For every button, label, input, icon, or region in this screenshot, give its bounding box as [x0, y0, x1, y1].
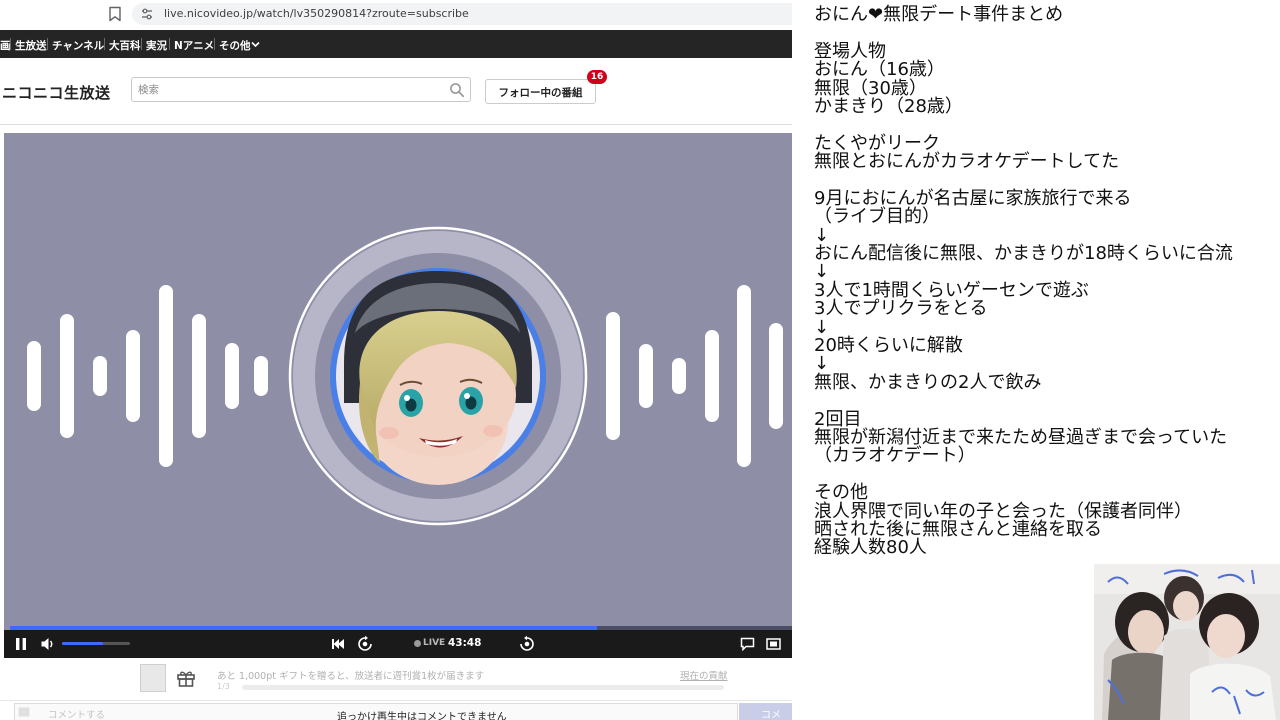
chevron-down-icon [251, 41, 260, 48]
elapsed-time: 43:48 [448, 637, 482, 649]
audio-wave-bar [225, 343, 239, 409]
audio-wave-bar [705, 330, 719, 422]
audio-wave-bar [159, 285, 173, 467]
player-controls: LIVE 43:48 [4, 630, 792, 658]
gift-progress-bar [242, 685, 724, 690]
nav-item-anime[interactable]: Nアニメ [174, 38, 214, 53]
note-line: 経験人数80人 [814, 537, 927, 559]
audio-wave-bar [27, 341, 41, 411]
nav-divider [141, 38, 142, 50]
contribution-link[interactable]: 現在の貢献 [680, 668, 728, 682]
notes-panel: おにん❤無限デート事件まとめ 登場人物 おにん（16歳） 無限（30歳） かまきり（28… [814, 4, 1276, 559]
site-logo[interactable]: ニコニコ生放送 [2, 82, 111, 103]
search-box[interactable] [131, 77, 471, 102]
nav-divider [169, 38, 170, 50]
nav-item-channel[interactable]: チャンネル [52, 38, 104, 53]
skip-back-icon[interactable] [331, 637, 345, 651]
browser-window: live.nicovideo.jp/watch/lv350290814?zrou… [0, 0, 792, 720]
site-header: ニコニコ生放送 フォロー中の番組 16 [0, 58, 792, 125]
comment-bar: コメントする 追っかけ再生中はコメントできません コメ [0, 700, 792, 720]
address-bar: live.nicovideo.jp/watch/lv350290814?zrou… [0, 0, 792, 30]
bookmark-icon[interactable] [108, 6, 122, 22]
photo-image [1094, 564, 1280, 720]
note-blank-line [814, 392, 1276, 410]
comment-settings-icon[interactable] [18, 707, 30, 717]
volume-icon[interactable] [40, 636, 56, 652]
audio-visualizer [27, 226, 783, 526]
gift-icon[interactable] [176, 668, 196, 688]
site-settings-icon[interactable] [140, 7, 154, 21]
gift-bar: あと 1,000pt ギフトを贈ると、放送者に週刊賞1枚が届きます 1/3 現在… [0, 658, 792, 700]
audio-wave-bar [737, 285, 751, 467]
audio-wave-bar [639, 344, 653, 408]
forward-10-icon[interactable] [518, 635, 536, 653]
nav-item-more[interactable]: その他 [219, 38, 251, 53]
note-line: かまきり（28歳） [814, 95, 963, 117]
audio-wave-bar [192, 314, 206, 438]
following-programs-button[interactable]: フォロー中の番組 [485, 79, 596, 104]
search-icon[interactable] [449, 82, 465, 98]
note-line: おにん（16歳） [814, 59, 945, 81]
live-indicator-dot [414, 640, 421, 647]
audio-wave-bar [60, 314, 74, 438]
nav-divider [214, 38, 215, 50]
gift-count: 1/3 [217, 682, 230, 691]
search-input[interactable] [138, 82, 438, 97]
video-player[interactable]: LIVE 43:48 [4, 133, 792, 658]
notification-badge: 16 [587, 70, 607, 84]
note-line: おにん配信後に無限、かまきりが18時くらいに合流 [814, 243, 1233, 265]
note-line: （ライブ目的） [814, 206, 940, 228]
nav-item-video[interactable]: 画 [0, 38, 11, 53]
audio-wave-bar [672, 358, 686, 394]
top-nav: 画 生放送 チャンネル 大百科 実況 Nアニメ その他 [0, 30, 792, 58]
audio-wave-bar [93, 356, 107, 396]
audio-wave-bar [126, 330, 140, 422]
note-line: その他 [814, 482, 868, 504]
nav-item-jikkyo[interactable]: 実況 [146, 38, 167, 53]
nav-item-dictionary[interactable]: 大百科 [109, 38, 141, 53]
following-programs-label: フォロー中の番組 [498, 87, 583, 99]
audio-wave-bar [606, 312, 620, 440]
audio-wave-bar [254, 356, 268, 396]
note-line: おにん❤無限デート事件まとめ [814, 4, 1064, 25]
broadcaster-thumbnail[interactable] [140, 664, 166, 692]
comment-toggle-icon[interactable] [740, 637, 755, 651]
volume-slider-fill [62, 642, 103, 645]
nav-item-live[interactable]: 生放送 [15, 38, 47, 53]
comment-disabled-notice: 追っかけ再生中はコメントできません [337, 712, 507, 720]
live-label[interactable]: LIVE [423, 638, 445, 648]
nav-divider [47, 38, 48, 50]
note-line: 20時くらいに解散 [814, 335, 963, 357]
comment-send-label: コメ [761, 710, 781, 720]
note-line: 無限、かまきりの2人で飲み [814, 371, 1042, 393]
avatar [288, 226, 588, 526]
url-text: live.nicovideo.jp/watch/lv350290814?zrou… [164, 7, 469, 20]
note-line: 3人でプリクラをとる [814, 298, 988, 320]
rewind-10-icon[interactable] [356, 635, 374, 653]
note-line: 無限とおにんがカラオケデートしてた [814, 151, 1120, 173]
nav-divider [104, 38, 105, 50]
pause-icon[interactable] [14, 637, 28, 651]
note-line: （カラオケデート） [814, 445, 976, 467]
nav-divider [10, 38, 11, 50]
note-blank-line [814, 466, 1276, 484]
gift-message: あと 1,000pt ギフトを贈ると、放送者に週刊賞1枚が届きます [217, 671, 485, 682]
comment-placeholder: コメントする [48, 710, 106, 720]
audio-wave-bar [769, 323, 783, 429]
theater-mode-icon[interactable] [766, 637, 781, 651]
note-blank-line [814, 116, 1276, 134]
comment-send-button[interactable]: コメ [739, 703, 792, 720]
